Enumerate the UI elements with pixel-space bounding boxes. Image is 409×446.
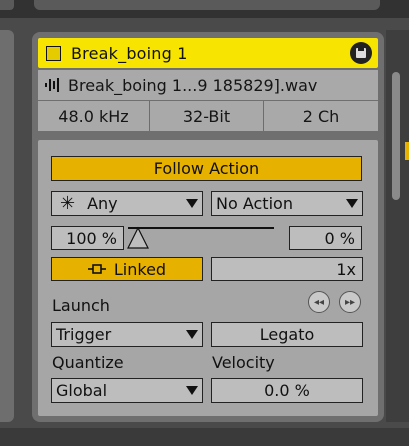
waveform-icon (45, 78, 59, 92)
right-accent-marker (405, 142, 409, 160)
linked-toggle-button[interactable]: Linked (51, 257, 203, 281)
chance-b-field[interactable]: 0 % (289, 226, 362, 250)
quantize-dropdown[interactable]: Global (51, 378, 203, 403)
sample-file-name: Break_boing 1...9 185829].wav (68, 75, 318, 95)
follow-action-a-value: Any (87, 194, 118, 213)
channel-count: 2 Ch (302, 106, 340, 126)
top-bar (34, 0, 380, 10)
chance-a-field[interactable]: 100 % (51, 226, 124, 250)
legato-label: Legato (259, 325, 315, 344)
bit-depth: 32-Bit (150, 101, 264, 131)
chevron-down-icon (186, 199, 198, 208)
sample-info-row: 48.0 kHz 32-Bit 2 Ch (38, 101, 378, 131)
chance-slider[interactable] (124, 222, 284, 252)
chevron-down-icon (346, 199, 358, 208)
quantize-value: Global (56, 381, 108, 400)
follow-action-label: Follow Action (153, 159, 260, 178)
bottom-frame (0, 428, 409, 446)
sample-file-row[interactable]: Break_boing 1...9 185829].wav (38, 70, 378, 100)
velocity-field[interactable]: 0.0 % (211, 378, 363, 403)
sample-rate: 48.0 kHz (38, 101, 150, 131)
chevron-down-icon (186, 386, 198, 395)
launch-mode-dropdown[interactable]: Trigger (51, 322, 203, 347)
chance-slider-handle (127, 226, 149, 249)
rewind-icon[interactable]: ◂◂ (308, 291, 330, 313)
follow-action-b-value: No Action (216, 194, 293, 213)
launch-label: Launch (52, 296, 110, 315)
launch-mode-value: Trigger (56, 325, 112, 344)
chance-a-value: 100 % (66, 228, 117, 248)
link-icon (87, 264, 106, 274)
save-icon[interactable] (350, 42, 372, 64)
multiplier-value: 1x (336, 259, 356, 279)
clip-title-bar[interactable]: Break_boing 1 (38, 38, 378, 68)
fast-forward-icon[interactable]: ▸▸ (339, 291, 361, 313)
follow-action-a-dropdown[interactable]: ✳ Any (51, 191, 203, 216)
velocity-value: 0.0 % (264, 381, 310, 400)
follow-action-multiplier-field[interactable]: 1x (211, 257, 363, 281)
quantize-label: Quantize (52, 353, 124, 372)
velocity-label: Velocity (212, 353, 275, 372)
scrollbar-handle[interactable] (392, 72, 400, 200)
left-panel-strip (0, 30, 14, 422)
clip-title[interactable]: Break_boing 1 (71, 44, 188, 63)
chance-b-value: 0 % (324, 228, 355, 248)
top-bar-left (0, 0, 14, 10)
linked-label: Linked (113, 259, 167, 279)
follow-action-button[interactable]: Follow Action (51, 156, 362, 181)
chevron-down-icon (186, 330, 198, 339)
legato-button[interactable]: Legato (211, 322, 363, 347)
asterisk-icon: ✳ (60, 193, 76, 214)
follow-action-b-dropdown[interactable]: No Action (211, 191, 363, 216)
clip-color-square[interactable] (46, 45, 61, 61)
